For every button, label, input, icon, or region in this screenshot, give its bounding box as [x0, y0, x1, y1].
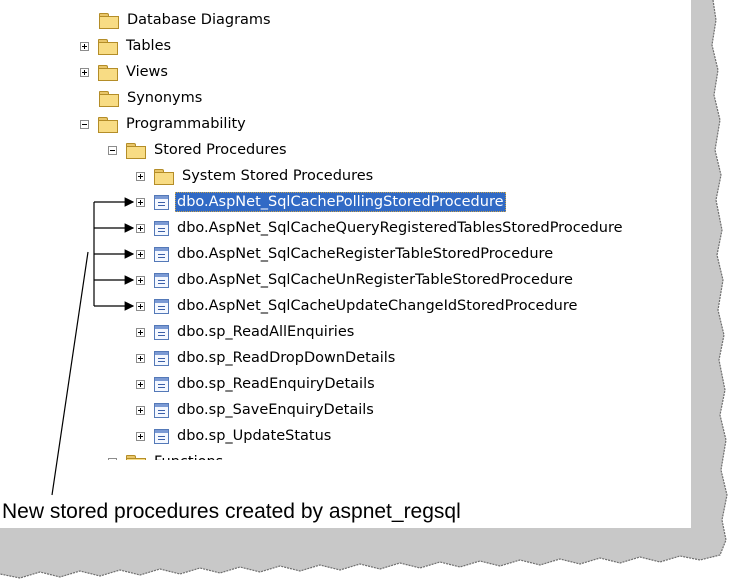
screenshot-panel: Database Diagrams Tables Views Synonyms	[0, 0, 691, 528]
screenshot-stage: Database Diagrams Tables Views Synonyms	[0, 0, 751, 588]
annotation-arrows	[51, 197, 135, 496]
annotation-caption: New stored procedures created by aspnet_…	[2, 500, 461, 523]
